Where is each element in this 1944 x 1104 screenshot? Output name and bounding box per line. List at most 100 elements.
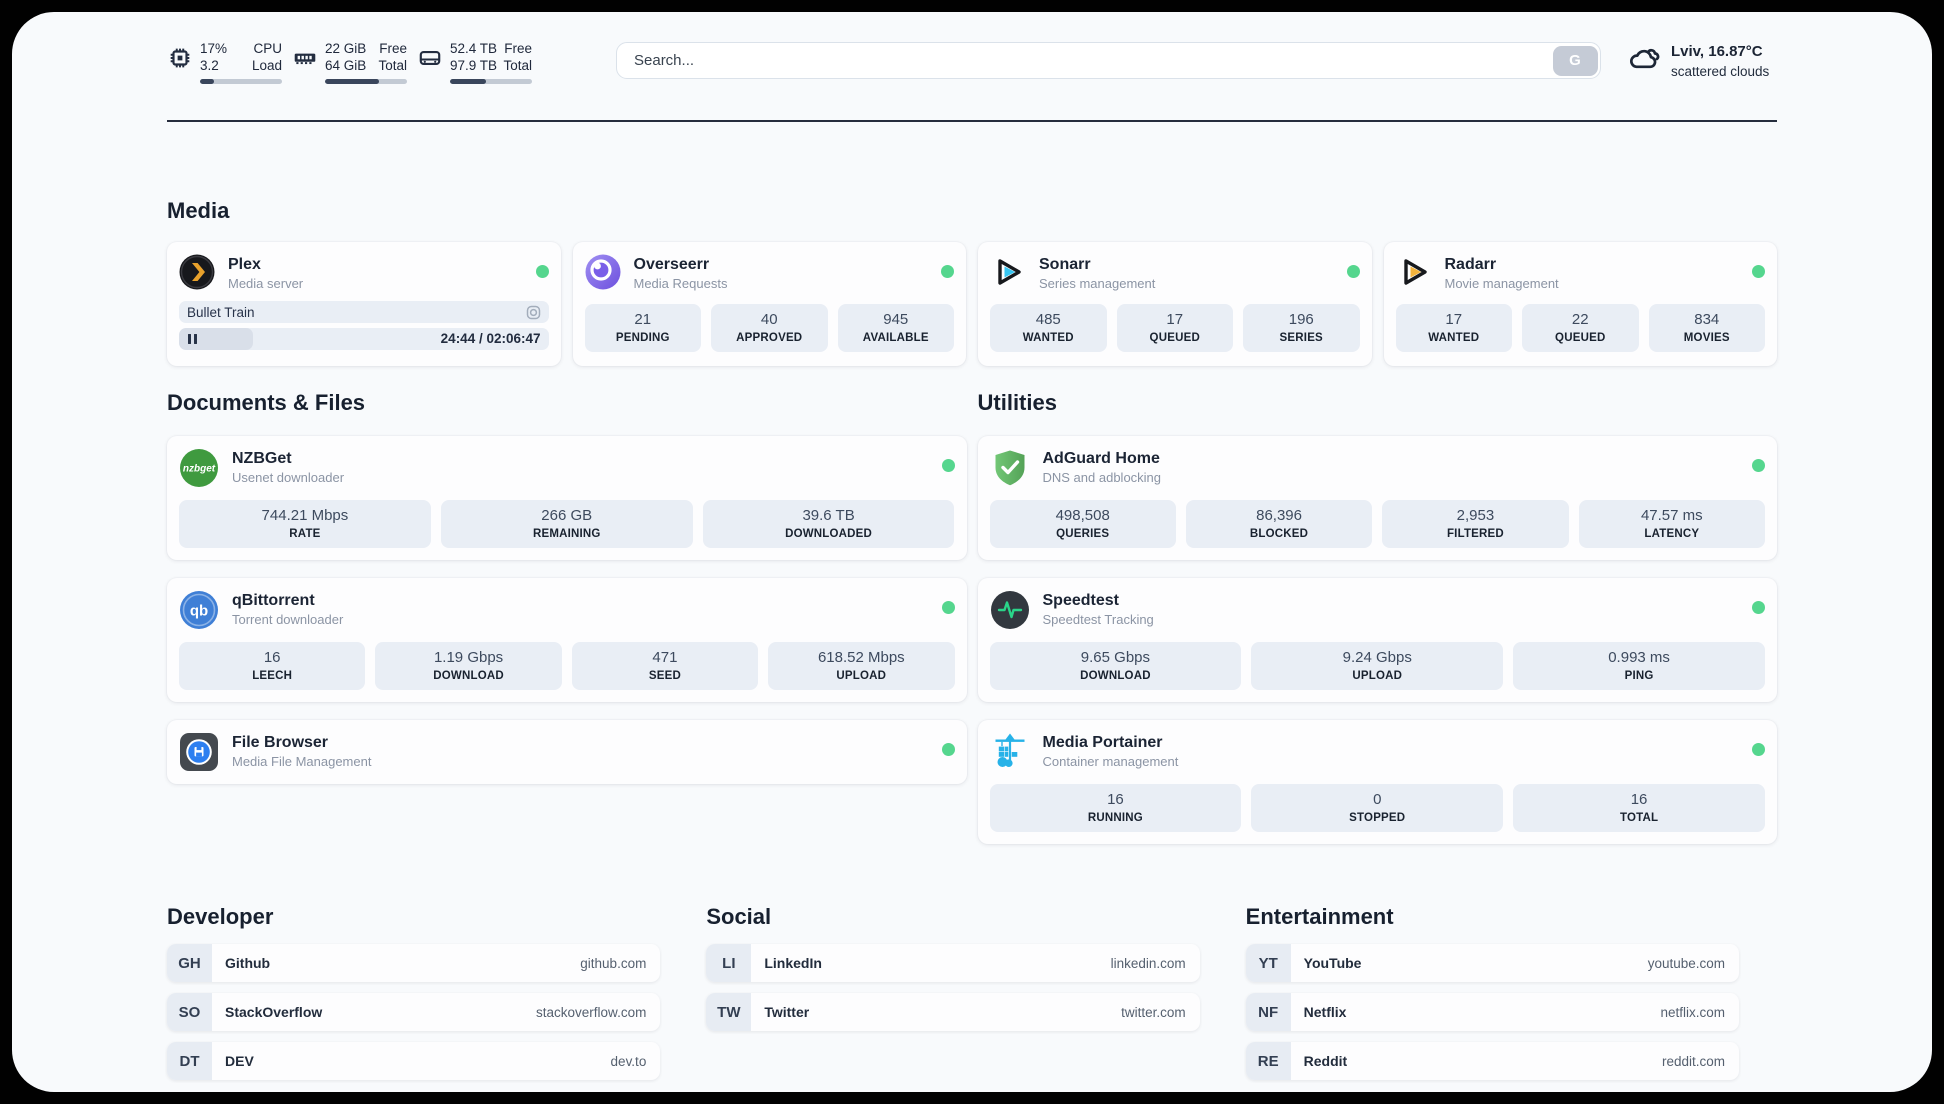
bookmark-tag: NF (1245, 993, 1291, 1031)
cpu-icon (167, 45, 193, 84)
bookmark-url: twitter.com (1121, 1004, 1186, 1020)
status-dot (941, 601, 955, 614)
two-column-area: Documents & Files nzbget NZBGet Usenet d… (167, 366, 1777, 844)
app-card-qbittorrent[interactable]: qb qBittorrent Torrent downloader 16 LEEC… (167, 578, 967, 702)
adguard-icon (990, 448, 1030, 488)
pause-icon[interactable] (188, 334, 197, 344)
bookmark-name: Github (225, 955, 271, 971)
disk-icon (417, 45, 443, 84)
screenshot-stage: 17% CPU 3.2 Load 22 GiB Free 64 GiB Total (0, 0, 1944, 1104)
stat-total: 16 TOTAL (1513, 784, 1765, 832)
bookmark-stackoverflow[interactable]: SO StackOverflow stackoverflow.com (167, 993, 661, 1031)
filebrowser-icon (179, 732, 219, 772)
status-dot (1752, 265, 1765, 278)
app-subtitle: Series management (1039, 276, 1156, 291)
cpu-stat: 17% CPU 3.2 Load (167, 40, 282, 84)
bookmark-group-social: Social LI LinkedIn linkedin.com TW Twitt… (706, 904, 1200, 1042)
utilities-column: Utilities AdGuard Home DNS and adblockin… (977, 366, 1777, 844)
stat-upload: 618.52 Mbps UPLOAD (768, 642, 955, 690)
bookmark-twitter[interactable]: TW Twitter twitter.com (706, 993, 1200, 1031)
stat-pending: 21 PENDING (584, 304, 701, 352)
status-dot (535, 265, 549, 278)
app-card-overseerr[interactable]: Overseerr Media Requests 21 PENDING 40 APP… (572, 242, 966, 366)
app-subtitle: Torrent downloader (232, 612, 344, 627)
search-provider-button[interactable]: G (1552, 45, 1598, 76)
stat-latency: 47.57 ms LATENCY (1578, 500, 1765, 548)
bookmark-tag: TW (706, 993, 752, 1031)
stat-filtered: 2,953 FILTERED (1382, 500, 1569, 548)
system-stats: 17% CPU 3.2 Load 22 GiB Free 64 GiB Total (167, 40, 532, 84)
section-title-developer: Developer (167, 904, 274, 929)
stat-leech: 16 LEECH (179, 642, 366, 690)
now-playing-title: Bullet Train (187, 304, 255, 320)
app-card-sonarr[interactable]: Sonarr Series management 485 WANTED 17 QUE… (978, 242, 1372, 366)
svg-text:qb: qb (190, 602, 208, 619)
app-title: Sonarr (1039, 256, 1091, 273)
app-subtitle: Media Requests (633, 276, 728, 291)
cpu-progress-track (200, 79, 282, 84)
playback-progress[interactable]: 24:44 / 02:06:47 (179, 328, 549, 350)
bookmark-dev[interactable]: DT DEV dev.to (167, 1042, 661, 1080)
disk-stat: 52.4 TB Free 97.9 TB Total (417, 40, 532, 84)
app-subtitle: DNS and adblocking (1042, 470, 1162, 485)
stat-remaining: 266 GB REMAINING (440, 500, 693, 548)
section-title-documents: Documents & Files (167, 390, 366, 415)
ram-free-label: Free (379, 41, 407, 56)
bookmark-netflix[interactable]: NF Netflix netflix.com (1245, 993, 1739, 1031)
bookmark-linkedin[interactable]: LI LinkedIn linkedin.com (706, 944, 1200, 982)
app-subtitle: Media File Management (232, 754, 372, 769)
app-card-adguard[interactable]: AdGuard Home DNS and adblocking 498,508 Q… (977, 436, 1777, 560)
app-subtitle: Speedtest Tracking (1042, 612, 1154, 627)
disk-progress-fill (450, 79, 487, 84)
bookmark-tag: LI (706, 944, 752, 982)
bookmark-name: StackOverflow (225, 1004, 323, 1020)
bookmark-name: Netflix (1303, 1004, 1347, 1020)
stat-available: 945 AVAILABLE (837, 304, 954, 352)
stat-ping: 0.993 ms PING (1513, 642, 1765, 690)
app-subtitle: Container management (1042, 754, 1179, 769)
app-title: NZBGet (232, 450, 292, 467)
bookmark-name: DEV (225, 1053, 254, 1069)
app-card-portainer[interactable]: Media Portainer Container management 16 R… (977, 720, 1777, 844)
bookmark-url: stackoverflow.com (536, 1004, 647, 1020)
app-card-speedtest[interactable]: Speedtest Speedtest Tracking 9.65 Gbps DO… (977, 578, 1777, 702)
nzbget-icon: nzbget (179, 448, 219, 488)
weather-widget: Lviv, 16.87°C scattered clouds (1627, 42, 1777, 81)
app-title: AdGuard Home (1042, 450, 1160, 467)
bookmark-github[interactable]: GH Github github.com (167, 944, 661, 982)
app-card-plex[interactable]: Plex Media server Bullet Train 24:44 / 0… (167, 242, 561, 366)
speedtest-icon (990, 590, 1030, 630)
app-card-radarr[interactable]: Radarr Movie management 17 WANTED 22 QUEUE… (1383, 242, 1777, 366)
disk-free-label: Free (504, 41, 532, 56)
bookmark-youtube[interactable]: YT YouTube youtube.com (1245, 944, 1739, 982)
bookmark-url: dev.to (610, 1053, 647, 1069)
bookmark-tag: DT (167, 1042, 212, 1080)
disk-total-label: Total (503, 58, 532, 73)
top-bar: 17% CPU 3.2 Load 22 GiB Free 64 GiB Total (167, 40, 1777, 84)
ram-total-label: Total (378, 58, 407, 73)
status-dot (1752, 459, 1765, 472)
status-dot (941, 265, 954, 278)
stat-stopped: 0 STOPPED (1251, 784, 1504, 832)
bookmark-url: netflix.com (1660, 1004, 1725, 1020)
bookmarks-area: Developer GH Github github.com SO StackO… (167, 904, 1739, 1091)
bookmark-tag: GH (167, 944, 212, 982)
app-subtitle: Movie management (1444, 276, 1559, 291)
search-input[interactable] (617, 43, 1600, 78)
app-card-nzbget[interactable]: nzbget NZBGet Usenet downloader 744.21 M… (167, 436, 967, 560)
status-dot (1346, 265, 1360, 278)
stat-rate: 744.21 Mbps RATE (179, 500, 431, 548)
bookmark-reddit[interactable]: RE Reddit reddit.com (1245, 1042, 1739, 1080)
bookmark-url: youtube.com (1647, 955, 1725, 971)
section-title-utilities: Utilities (977, 390, 1057, 415)
stat-upload: 9.24 Gbps UPLOAD (1251, 642, 1504, 690)
stat-queued: 22 QUEUED (1522, 304, 1639, 352)
section-title-entertainment: Entertainment (1245, 904, 1394, 929)
ram-free-value: 22 GiB (325, 41, 367, 56)
ram-stat: 22 GiB Free 64 GiB Total (292, 40, 407, 84)
ram-progress-track (325, 79, 407, 84)
app-card-filebrowser[interactable]: File Browser Media File Management (167, 720, 967, 784)
stat-movies: 834 MOVIES (1648, 304, 1765, 352)
bookmark-url: github.com (580, 955, 647, 971)
app-title: Overseerr (633, 256, 710, 273)
